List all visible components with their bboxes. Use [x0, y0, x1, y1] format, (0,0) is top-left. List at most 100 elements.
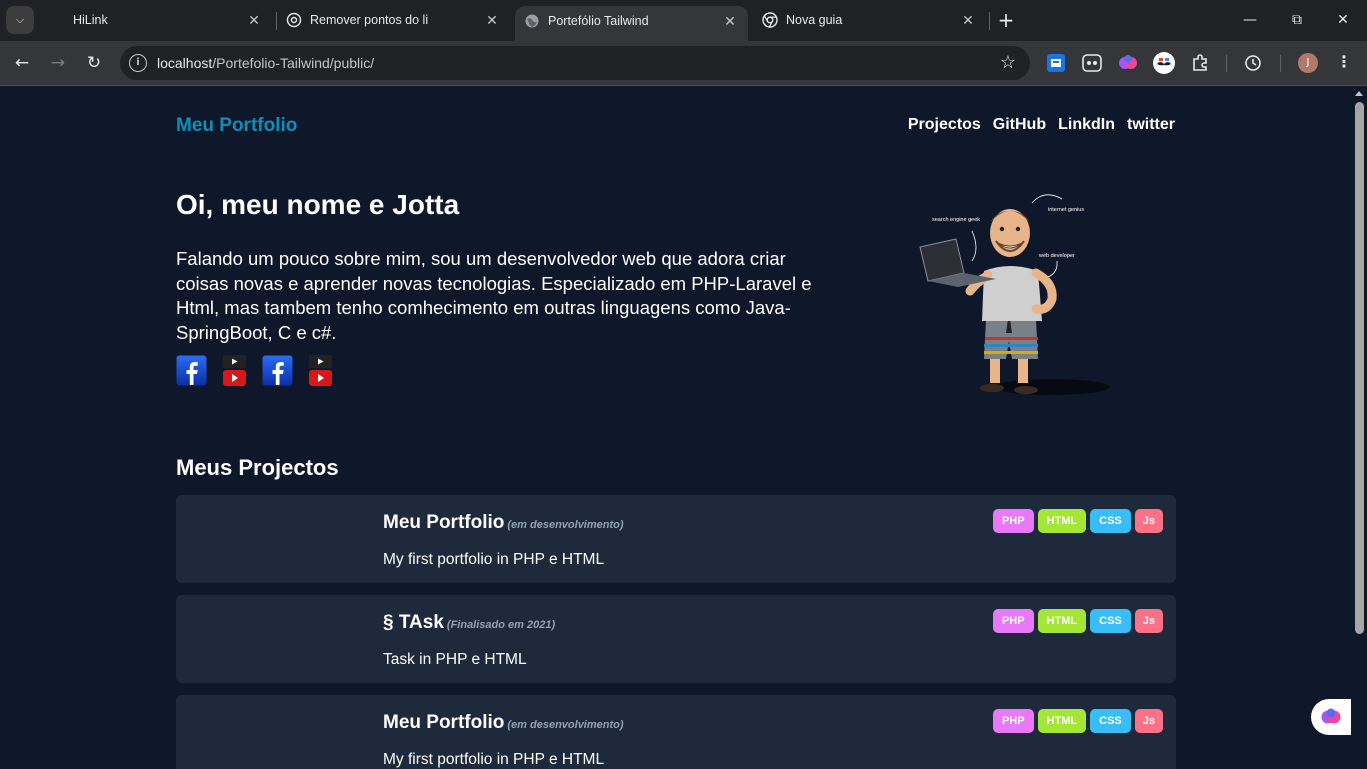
tag-js: Js — [1134, 509, 1163, 533]
minimize-button[interactable]: — — [1240, 10, 1260, 30]
youtube-icon[interactable] — [309, 355, 332, 386]
project-description: My first portfolio in PHP e HTML — [383, 551, 605, 568]
project-title-row: Meu Portfolio (em desenvolvimento) — [383, 712, 624, 734]
project-thumbnail — [176, 595, 366, 683]
illustration-label: internet genius — [1048, 207, 1084, 213]
close-icon[interactable]: ✕ — [722, 13, 738, 29]
project-card[interactable]: Meu Portfolio (em desenvolvimento) My fir… — [176, 695, 1176, 769]
brain-icon — [1321, 708, 1341, 724]
project-status: (em desenvolvimento) — [507, 519, 624, 531]
reload-button[interactable]: ↻ — [83, 52, 105, 74]
tag-php: PHP — [992, 609, 1034, 633]
extension-brain-icon[interactable] — [1118, 53, 1138, 73]
tag-css: CSS — [1090, 509, 1131, 533]
url-text[interactable]: localhost/Portefolio-Tailwind/public/ — [157, 55, 374, 71]
tag-html: HTML — [1037, 609, 1087, 633]
tab-nova-guia[interactable]: Nova guia ✕ — [753, 0, 986, 41]
globe-icon — [525, 14, 539, 28]
project-card[interactable]: Meu Portfolio (em desenvolvimento) My fir… — [176, 495, 1176, 583]
scrollbar-thumb[interactable] — [1355, 102, 1364, 634]
project-thumbnail — [176, 695, 366, 769]
project-card[interactable]: § TAsk (Finalisado em 2021) Task in PHP e… — [176, 595, 1176, 683]
arrow-left-icon: ← — [14, 53, 30, 73]
hero-description: Falando um pouco sobre mim, sou um desen… — [176, 248, 812, 343]
restore-icon: ⧉ — [1292, 12, 1302, 28]
project-tags: PHP HTML CSS Js — [992, 709, 1163, 733]
developer-avatar-illustration: search engine geek internet genius web d… — [919, 194, 1110, 395]
hero-title: Oi, meu nome e Jotta — [176, 189, 460, 220]
plus-icon: + — [997, 8, 1015, 32]
address-bar[interactable]: i localhost/Portefolio-Tailwind/public/ … — [120, 46, 1030, 80]
url-path: /Portefolio-Tailwind/public/ — [212, 55, 375, 71]
nav-link-twitter[interactable]: twitter — [1127, 116, 1175, 134]
project-title: Meu Portfolio — [383, 712, 505, 733]
project-tags: PHP HTML CSS Js — [992, 609, 1163, 633]
tab-portefolio-tailwind[interactable]: Portefólio Tailwind ✕ — [515, 6, 748, 41]
bookmark-star-icon[interactable]: ☆ — [1000, 52, 1016, 73]
menu-dots-icon[interactable]: ⋮ — [1336, 52, 1352, 71]
project-title: Meu Portfolio — [383, 512, 505, 533]
url-host: localhost — [157, 55, 213, 71]
arrow-right-icon: → — [50, 53, 66, 73]
new-tab-button[interactable]: + — [996, 10, 1016, 30]
tab-search-button[interactable]: ⌵ — [6, 6, 34, 34]
tag-php: PHP — [992, 509, 1034, 533]
chevron-down-icon: ⌵ — [15, 13, 25, 26]
facebook-icon[interactable] — [176, 355, 207, 386]
extension-translate-icon[interactable] — [1046, 53, 1066, 73]
top-navigation: Projectos GitHub LinkdIn twitter — [908, 116, 1175, 134]
extension-ghostery-icon[interactable] — [1082, 53, 1102, 73]
project-title: § TAsk — [383, 612, 444, 633]
tab-title: HiLink — [73, 13, 108, 27]
illustration-label: web developer — [1038, 253, 1075, 259]
project-description: Task in PHP e HTML — [383, 651, 527, 668]
toolbar-divider — [1226, 55, 1227, 72]
project-status: (Finalisado em 2021) — [446, 619, 556, 631]
nav-link-linkdin[interactable]: LinkdIn — [1058, 116, 1115, 134]
project-title-row: Meu Portfolio (em desenvolvimento) — [383, 512, 624, 534]
site-brand[interactable]: Meu Portfolio — [176, 115, 297, 137]
tag-php: PHP — [992, 709, 1034, 733]
floating-assistant-button[interactable] — [1311, 699, 1355, 735]
tag-css: CSS — [1090, 709, 1131, 733]
close-icon[interactable]: ✕ — [484, 12, 500, 28]
close-icon[interactable]: ✕ — [960, 12, 976, 28]
facebook-icon[interactable] — [262, 355, 293, 386]
project-tags: PHP HTML CSS Js — [992, 509, 1163, 533]
page-scrollbar[interactable] — [1351, 87, 1367, 769]
close-icon[interactable]: ✕ — [246, 12, 262, 28]
youtube-icon[interactable] — [223, 355, 246, 386]
project-thumbnail — [176, 495, 366, 583]
tag-js: Js — [1134, 709, 1163, 733]
tag-html: HTML — [1037, 509, 1087, 533]
close-window-button[interactable]: ✕ — [1333, 10, 1353, 30]
tag-js: Js — [1134, 609, 1163, 633]
profile-avatar[interactable]: J — [1298, 53, 1318, 73]
project-status: (em desenvolvimento) — [507, 719, 624, 731]
tag-css: CSS — [1090, 609, 1131, 633]
chrome-icon — [762, 12, 778, 28]
tab-title: Remover pontos do li — [310, 13, 429, 27]
minimize-icon: — — [1243, 12, 1257, 28]
nav-link-github[interactable]: GitHub — [993, 116, 1046, 134]
close-icon: ✕ — [1337, 12, 1349, 28]
restore-button[interactable]: ⧉ — [1287, 10, 1307, 30]
page-viewport: Meu Portfolio Projectos GitHub LinkdIn t… — [0, 87, 1367, 769]
site-info-icon[interactable]: i — [129, 54, 147, 72]
tag-html: HTML — [1037, 709, 1087, 733]
extensions-puzzle-icon[interactable] — [1190, 53, 1210, 73]
project-title-row: § TAsk (Finalisado em 2021) — [383, 612, 555, 634]
tab-strip: ⌵ HiLink ✕ Remover pontos do li ✕ Portef… — [0, 0, 1367, 41]
history-icon[interactable] — [1243, 53, 1263, 73]
scroll-up-arrow-icon[interactable] — [1355, 91, 1363, 96]
tab-hilink[interactable]: HiLink ✕ — [40, 0, 272, 41]
illustration-label: search engine geek — [932, 217, 980, 223]
browser-toolbar: ← → ↻ i localhost/Portefolio-Tailwind/pu… — [0, 41, 1367, 86]
extension-mustache-icon[interactable] — [1153, 52, 1175, 74]
tab-remover-pontos[interactable]: Remover pontos do li ✕ — [277, 0, 510, 41]
forward-button[interactable]: → — [47, 52, 69, 74]
back-button[interactable]: ← — [11, 52, 33, 74]
tab-title: Nova guia — [786, 13, 843, 27]
social-links — [176, 355, 332, 386]
nav-link-projectos[interactable]: Projectos — [908, 116, 981, 134]
